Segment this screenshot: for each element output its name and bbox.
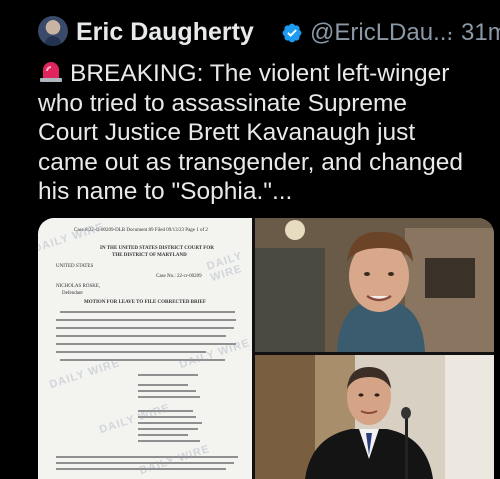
- separator-dot: ·: [446, 19, 454, 46]
- doc-defendant: NICHOLAS ROSKE,: [56, 284, 101, 289]
- tweet-text-line: BREAKING: The violent left-winger: [38, 59, 490, 89]
- doc-defendant-role: Defendant: [62, 291, 83, 296]
- tweet-text: BREAKING: The violent left-winger who tr…: [38, 59, 490, 207]
- author-handle[interactable]: @EricLDau...: [310, 19, 453, 47]
- suspect-photo-art: [255, 218, 494, 352]
- justice-photo-art: [255, 355, 494, 479]
- author-name[interactable]: Eric Daugherty: [76, 18, 254, 47]
- doc-court-district: THE DISTRICT OF MARYLAND: [112, 253, 187, 258]
- tweet-header: Eric Daugherty @EricLDau... · 31m: [38, 14, 500, 50]
- watermark: DAILY WIRE: [47, 356, 122, 392]
- doc-motion-title: MOTION FOR LEAVE TO FILE CORRECTED BRIEF: [84, 300, 206, 305]
- siren-emoji-icon: [38, 59, 64, 82]
- watermark: DAILY WIRE: [205, 250, 245, 285]
- tweet-text-line: who tried to assassinate Supreme: [38, 89, 408, 117]
- avatar[interactable]: [38, 16, 68, 46]
- doc-case-no: Case No.: 22-cr-00209: [156, 274, 202, 279]
- watermark: DAILY WIRE: [137, 442, 212, 478]
- tweet-text-line: Court Justice Brett Kavanaugh just: [38, 119, 416, 146]
- doc-court-title: IN THE UNITED STATES DISTRICT COURT FOR: [100, 246, 214, 251]
- justice-photo[interactable]: [255, 355, 494, 479]
- court-document-image[interactable]: Case 8:22-cr-00209-DLB Document 89 Filed…: [38, 218, 252, 479]
- watermark: DAILY WIRE: [38, 220, 106, 256]
- watermark: DAILY WIRE: [97, 401, 172, 437]
- media-grid[interactable]: Case 8:22-cr-00209-DLB Document 89 Filed…: [38, 218, 494, 479]
- doc-party: UNITED STATES: [56, 264, 94, 269]
- tweet-text-line: came out as transgender, and changed: [38, 148, 463, 176]
- suspect-photo[interactable]: [255, 218, 494, 352]
- timestamp[interactable]: 31m: [461, 19, 500, 47]
- verified-badge-icon: [282, 23, 302, 43]
- tweet-text-line: his name to "Sophia."...: [38, 178, 293, 205]
